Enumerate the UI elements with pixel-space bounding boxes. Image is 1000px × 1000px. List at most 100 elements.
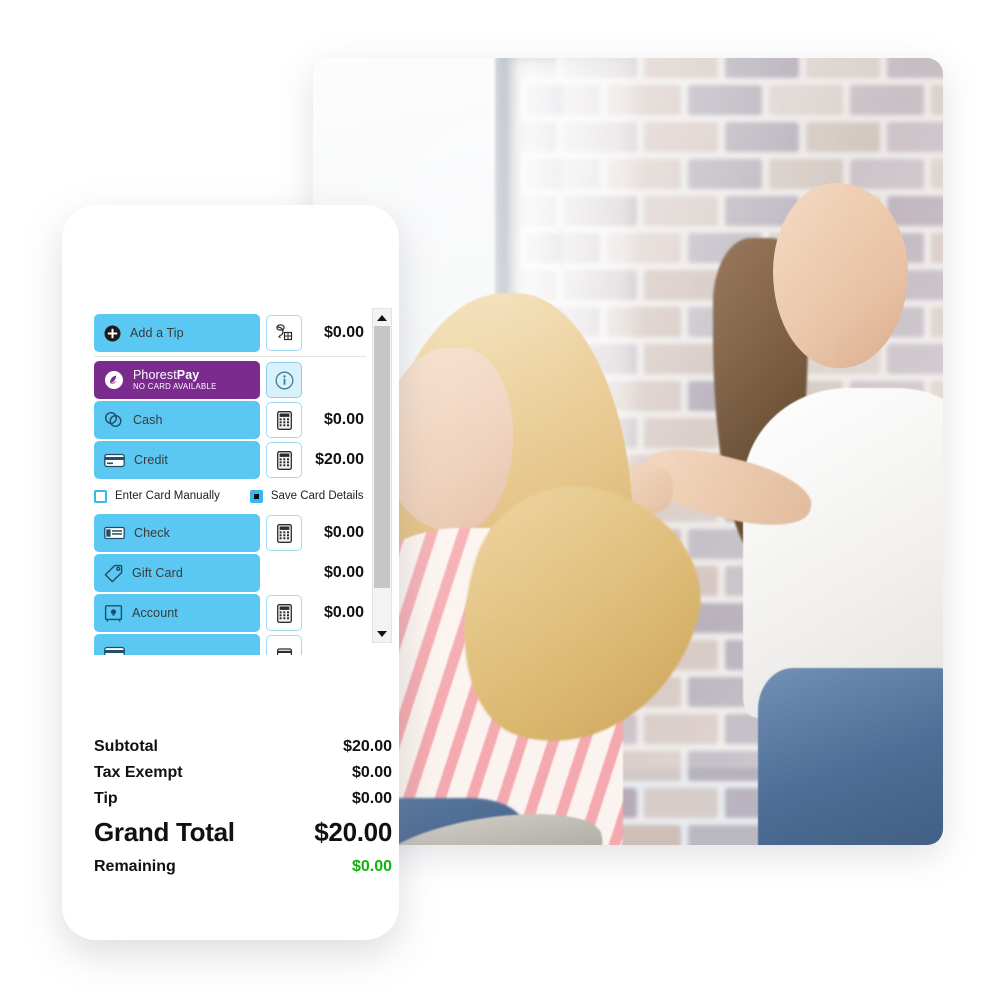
grand-total-label: Grand Total [94, 817, 235, 847]
partial-aux-button[interactable] [266, 635, 302, 655]
brick [644, 344, 718, 374]
payment-row-credit[interactable]: Credit $20.00 [94, 441, 366, 479]
totals-row-remaining: Remaining $0.00 [94, 858, 392, 876]
split-tip-icon-button[interactable] [266, 315, 302, 351]
account-label: Account [132, 606, 178, 620]
check-label-text: Check [134, 526, 170, 540]
check-button[interactable]: Check [94, 514, 260, 552]
calculator-icon [276, 523, 292, 543]
phorestpay-info-button[interactable] [266, 362, 302, 398]
scroll-down-button[interactable] [373, 625, 391, 642]
account-calculator-button[interactable] [266, 595, 302, 631]
brick [887, 122, 943, 152]
cash-button[interactable]: Cash [94, 401, 260, 439]
payment-list-scrollbar[interactable] [372, 308, 392, 643]
gift-card-label: Gift Card [132, 566, 183, 580]
brick [644, 122, 718, 152]
brick [644, 418, 718, 448]
card-options-row[interactable]: Enter Card Manually Save Card Details [94, 481, 366, 511]
credit-amount: $20.00 [315, 451, 364, 468]
phone-screen: Add a Tip $0.00 PhorestPay NO CARD AVAIL… [62, 290, 399, 940]
gift-card-button[interactable]: Gift Card [94, 554, 260, 592]
add-tip-amount: $0.00 [323, 324, 364, 341]
stylist-face [773, 183, 908, 368]
cash-amount: $0.00 [323, 411, 364, 428]
cash-label: Cash [133, 413, 163, 427]
totals-row-grand-total: Grand Total $20.00 [94, 817, 392, 848]
list-divider [94, 356, 366, 357]
brick [688, 159, 762, 189]
brick [644, 270, 718, 300]
info-icon [275, 371, 294, 390]
check-calculator-button[interactable] [266, 515, 302, 551]
brick [688, 751, 762, 781]
split-tip-icon [274, 323, 294, 343]
phorestpay-button[interactable]: PhorestPay NO CARD AVAILABLE [94, 361, 260, 399]
credit-card-icon [104, 646, 125, 655]
brick [644, 714, 718, 744]
credit-card-icon [276, 647, 292, 655]
brick [725, 58, 799, 78]
brick [850, 85, 924, 115]
cash-calculator-button[interactable] [266, 402, 302, 438]
tax-exempt-label: Tax Exempt [94, 764, 183, 781]
totals-row-tax-exempt: Tax Exempt $0.00 [94, 764, 392, 782]
credit-card-icon [104, 453, 125, 468]
payment-row-phorestpay[interactable]: PhorestPay NO CARD AVAILABLE [94, 361, 366, 399]
payment-row-account[interactable]: Account $0.00 [94, 594, 366, 632]
triangle-up-icon [377, 314, 387, 321]
brick [887, 58, 943, 78]
payment-row-add-tip[interactable]: Add a Tip $0.00 [94, 314, 366, 352]
subtotal-label: Subtotal [94, 738, 158, 755]
tag-icon [104, 564, 123, 583]
payment-row-check[interactable]: Check $0.00 [94, 514, 366, 552]
phorestpay-title: PhorestPay [133, 367, 200, 382]
salon-photo-card [313, 58, 943, 845]
scroll-up-button[interactable] [373, 309, 391, 326]
tip-label: Tip [94, 790, 118, 807]
brick [769, 85, 843, 115]
tax-exempt-value: $0.00 [351, 764, 392, 781]
brick [931, 159, 943, 189]
enter-card-manually-label: Enter Card Manually [115, 490, 220, 502]
add-tip-label: Add a Tip [130, 326, 184, 340]
brick [688, 85, 762, 115]
payment-methods-list[interactable]: Add a Tip $0.00 PhorestPay NO CARD AVAIL… [94, 314, 366, 655]
gift-card-amount: $0.00 [323, 564, 364, 581]
calculator-icon [276, 410, 292, 430]
enter-card-manually-checkbox[interactable] [94, 489, 107, 503]
coins-icon [104, 411, 124, 429]
cheque-icon [104, 526, 125, 540]
account-amount: $0.00 [323, 604, 364, 621]
tip-value: $0.00 [351, 790, 392, 807]
payment-row-cash[interactable]: Cash $0.00 [94, 401, 366, 439]
payment-row-gift-card[interactable]: Gift Card $0.00 [94, 554, 366, 592]
save-card-details-checkbox[interactable] [249, 489, 263, 503]
stylist-jeans [758, 668, 943, 845]
triangle-down-icon [377, 630, 387, 637]
brick [644, 58, 718, 78]
credit-button[interactable]: Credit [94, 441, 260, 479]
add-tip-button[interactable]: Add a Tip [94, 314, 260, 352]
credit-calculator-button[interactable] [266, 442, 302, 478]
phone-device: Add a Tip $0.00 PhorestPay NO CARD AVAIL… [62, 205, 399, 940]
credit-label: Credit [134, 453, 168, 467]
gift-card-aux-placeholder [266, 556, 300, 590]
client-face [383, 348, 513, 533]
remaining-value: $0.00 [351, 858, 392, 875]
subtotal-value: $20.00 [343, 738, 392, 755]
scrollbar-thumb[interactable] [374, 326, 390, 588]
check-amount: $0.00 [323, 524, 364, 541]
payment-row-partial[interactable] [94, 634, 366, 655]
remaining-label: Remaining [94, 858, 176, 875]
safe-icon [104, 604, 123, 623]
brick [931, 233, 943, 263]
phorest-logo-icon [104, 370, 124, 390]
save-card-details-label: Save Card Details [270, 490, 364, 502]
calculator-icon [276, 603, 292, 623]
partial-payment-button[interactable] [94, 634, 260, 655]
phorestpay-sublabel: NO CARD AVAILABLE [133, 381, 217, 391]
account-button[interactable]: Account [94, 594, 260, 632]
brick [688, 825, 762, 845]
plus-circle-icon [104, 325, 121, 342]
